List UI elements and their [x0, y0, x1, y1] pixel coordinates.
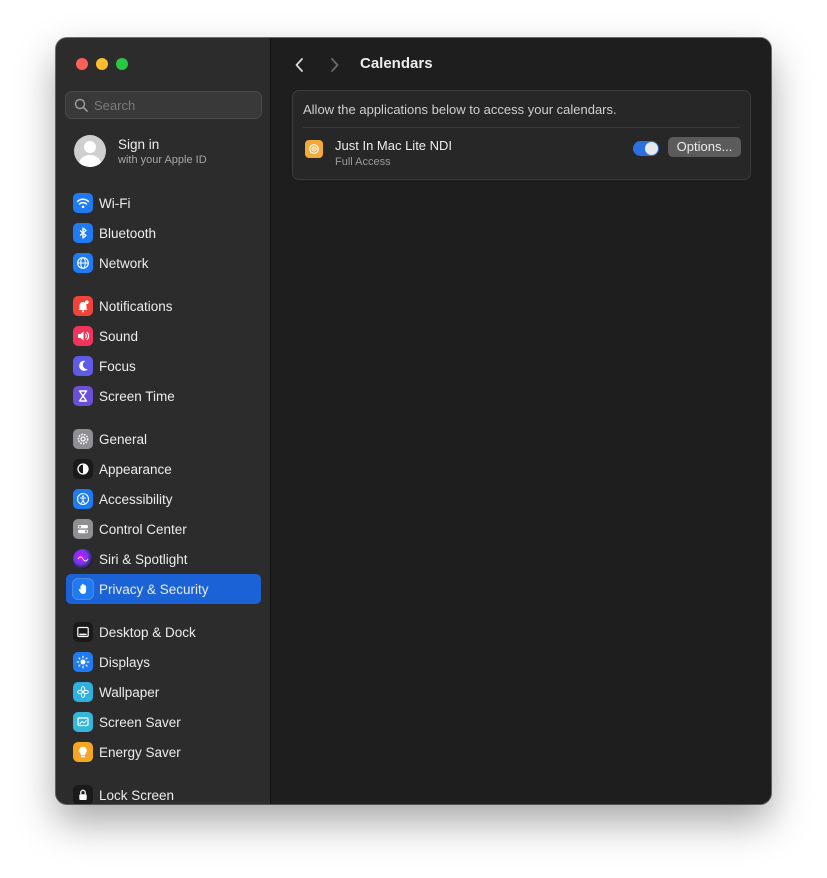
sidebar-item-label: Displays: [99, 654, 151, 670]
forward-button[interactable]: [325, 55, 345, 75]
chevron-left-icon: [295, 58, 303, 72]
maximize-button[interactable]: [116, 58, 128, 70]
sidebar-item-label: Lock Screen: [99, 787, 175, 803]
sidebar-item-lock-screen[interactable]: Lock Screen: [66, 780, 261, 804]
sidebar-item-label: Wallpaper: [99, 684, 160, 700]
options-button[interactable]: Options...: [668, 137, 741, 157]
search-input[interactable]: [94, 97, 254, 113]
sidebar-item-label: Wi-Fi: [99, 195, 131, 211]
sidebar-item-label: Notifications: [99, 298, 173, 314]
apple-id-account[interactable]: Sign in with your Apple ID: [74, 135, 207, 167]
moon-icon: [73, 356, 93, 376]
bulb-icon: [73, 742, 93, 762]
toggle-knob: [645, 142, 658, 155]
lock-icon: [73, 785, 93, 804]
sidebar-item-label: Network: [99, 255, 149, 271]
sidebar-item-notifications[interactable]: Notifications: [66, 291, 261, 321]
sidebar-item-displays[interactable]: Displays: [66, 647, 261, 677]
back-button[interactable]: [289, 55, 309, 75]
account-text: Sign in with your Apple ID: [118, 137, 207, 166]
sidebar-item-focus[interactable]: Focus: [66, 351, 261, 381]
hourglass-icon: [73, 386, 93, 406]
flower-icon: [73, 682, 93, 702]
divider: [303, 127, 740, 128]
bell-icon: [73, 296, 93, 316]
sidebar-item-wifi[interactable]: Wi-Fi: [66, 188, 261, 218]
sidebar-item-label: Bluetooth: [99, 225, 157, 241]
app-access-toggle[interactable]: [633, 141, 659, 156]
calendar-access-panel: Allow the applications below to access y…: [292, 90, 751, 180]
sidebar-item-screen-time[interactable]: Screen Time: [66, 381, 261, 411]
search-field[interactable]: [65, 91, 262, 119]
sidebar-item-network[interactable]: Network: [66, 248, 261, 278]
appearance-icon: [73, 459, 93, 479]
sidebar-item-label: Sound: [99, 328, 139, 344]
close-button[interactable]: [76, 58, 88, 70]
main-content: Calendars Allow the applications below t…: [272, 38, 771, 804]
app-name: Just In Mac Lite NDI: [335, 138, 453, 153]
settings-window: Sign in with your Apple ID Wi-Fi Bluetoo…: [56, 38, 771, 804]
accessibility-icon: [73, 489, 93, 509]
avatar: [74, 135, 106, 167]
siri-icon: [73, 549, 93, 569]
traffic-lights: [76, 58, 128, 70]
sidebar-item-desktop-dock[interactable]: Desktop & Dock: [66, 617, 261, 647]
account-title: Sign in: [118, 136, 160, 152]
wifi-icon: [73, 193, 93, 213]
sun-icon: [73, 652, 93, 672]
sidebar-item-bluetooth[interactable]: Bluetooth: [66, 218, 261, 248]
minimize-button[interactable]: [96, 58, 108, 70]
chevron-right-icon: [331, 58, 339, 72]
sidebar-item-label: Privacy & Security: [99, 581, 209, 597]
search-icon: [74, 98, 88, 112]
bluetooth-icon: [73, 223, 93, 243]
sidebar-item-general[interactable]: General: [66, 424, 261, 454]
sidebar-item-label: Focus: [99, 358, 136, 374]
gear-icon: [73, 429, 93, 449]
toolbar: Calendars: [272, 38, 771, 90]
sidebar-item-label: Screen Saver: [99, 714, 181, 730]
app-row: Just In Mac Lite NDI Full Access Options…: [303, 137, 741, 171]
sidebar-item-label: Energy Saver: [99, 744, 181, 760]
speaker-icon: [73, 326, 93, 346]
page-title: Calendars: [360, 55, 433, 72]
sidebar-item-label: Accessibility: [99, 491, 173, 507]
sidebar-item-label: Screen Time: [99, 388, 175, 404]
sidebar-item-wallpaper[interactable]: Wallpaper: [66, 677, 261, 707]
sidebar-item-label: Control Center: [99, 521, 187, 537]
dock-icon: [73, 622, 93, 642]
sidebar-item-privacy-security[interactable]: Privacy & Security: [66, 574, 261, 604]
globe-icon: [73, 253, 93, 273]
sidebar-item-sound[interactable]: Sound: [66, 321, 261, 351]
sidebar-item-label: Desktop & Dock: [99, 624, 196, 640]
sidebar: Sign in with your Apple ID Wi-Fi Bluetoo…: [56, 38, 271, 804]
sidebar-item-label: Siri & Spotlight: [99, 551, 188, 567]
sidebar-item-appearance[interactable]: Appearance: [66, 454, 261, 484]
sidebar-item-energy-saver[interactable]: Energy Saver: [66, 737, 261, 767]
sidebar-item-accessibility[interactable]: Accessibility: [66, 484, 261, 514]
app-access-level: Full Access: [335, 156, 391, 168]
sidebar-item-label: General: [99, 431, 148, 447]
account-subtitle: with your Apple ID: [118, 153, 207, 166]
sidebar-item-label: Appearance: [99, 461, 172, 477]
app-icon: [305, 140, 323, 158]
switches-icon: [73, 519, 93, 539]
sidebar-item-control-center[interactable]: Control Center: [66, 514, 261, 544]
sidebar-item-siri-spotlight[interactable]: Siri & Spotlight: [66, 544, 261, 574]
screensaver-icon: [73, 712, 93, 732]
panel-description: Allow the applications below to access y…: [303, 102, 617, 117]
hand-icon: [73, 579, 93, 599]
sidebar-item-screen-saver[interactable]: Screen Saver: [66, 707, 261, 737]
